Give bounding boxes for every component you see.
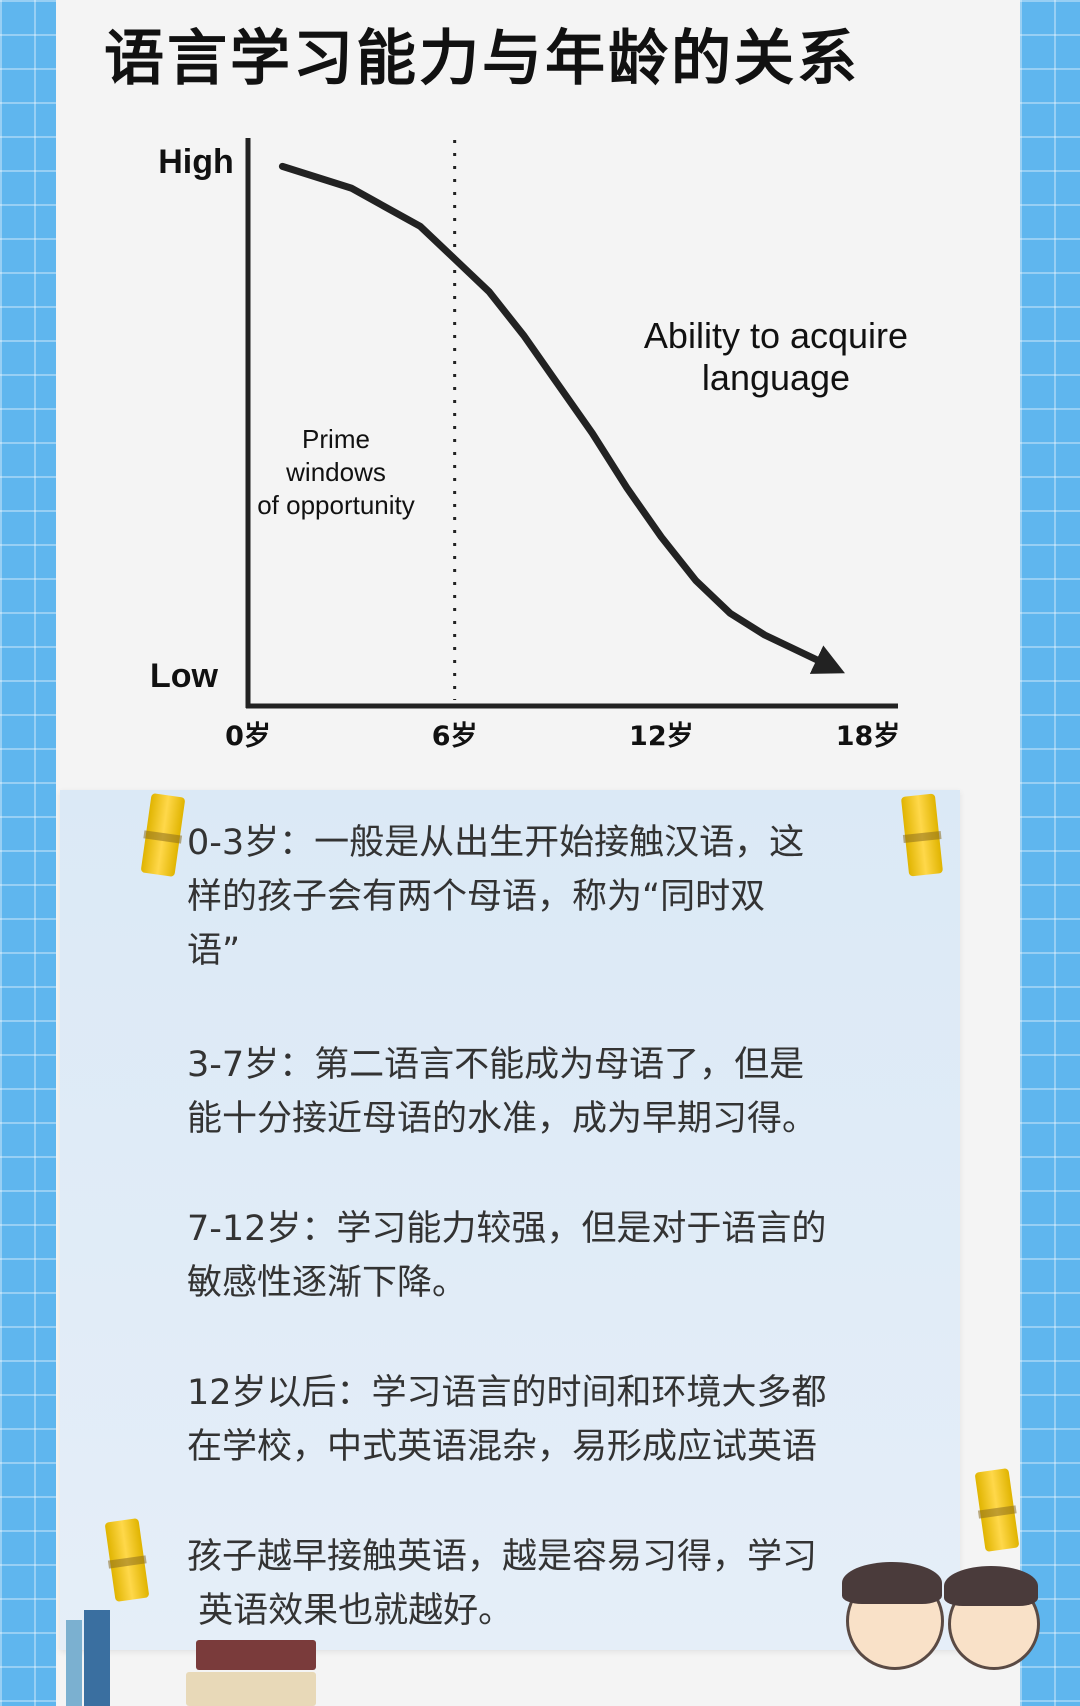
paragraph-line: 英语效果也就越好。 [187, 1591, 514, 1631]
paragraph-line: 语” [187, 931, 241, 971]
series-label: Ability to acquirelanguage [644, 315, 908, 398]
x-tick-label: 12岁 [629, 721, 694, 752]
y-tick-label-high: High [158, 143, 234, 181]
paragraph-line: 样的孩子会有两个母语，称为“同时双 [187, 877, 766, 917]
prime-window-annotation: Primewindowsof opportunity [257, 424, 415, 520]
books-illustration-4 [186, 1672, 316, 1706]
age-stage-paragraph: 12岁以后：学习语言的时间和环境大多都 在学校，中式英语混杂，易形成应试英语 [187, 1366, 927, 1474]
x-tick-label: 0岁 [225, 721, 271, 752]
kid-hair-right [944, 1566, 1038, 1606]
y-tick-label-low: Low [150, 657, 219, 695]
kid-hair-left [842, 1562, 942, 1604]
paragraph-line: 孩子越早接触英语，越是容易习得，学习 [187, 1537, 818, 1577]
paragraph-line: 能十分接近母语的水准，成为早期习得。 [187, 1099, 818, 1139]
paragraph-line: 12岁以后：学习语言的时间和环境大多都 [187, 1373, 827, 1413]
annotation-line: of opportunity [257, 490, 415, 520]
paragraph-line: 3-7岁：第二语言不能成为母语了，但是 [187, 1045, 805, 1085]
age-stage-paragraph: 孩子越早接触英语，越是容易习得，学习 英语效果也就越好。 [187, 1530, 927, 1638]
series-label-line: Ability to acquire [644, 315, 908, 356]
x-tick-labels: 0岁 6岁 12岁 18岁 [225, 721, 900, 752]
age-ability-chart: High Low 0岁 6岁 12岁 18岁 Primewindowsof oppor… [150, 138, 908, 752]
age-stage-paragraph: 7-12岁：学习能力较强，但是对于语言的 敏感性逐渐下降。 [187, 1202, 927, 1310]
books-illustration-3 [196, 1640, 316, 1670]
x-tick-label: 6岁 [432, 721, 478, 752]
ability-curve [278, 162, 845, 674]
paragraph-line: 7-12岁：学习能力较强，但是对于语言的 [187, 1209, 827, 1249]
books-illustration [66, 1620, 82, 1706]
annotation-line: Prime [302, 424, 370, 454]
age-stage-paragraph: 3-7岁：第二语言不能成为母语了，但是 能十分接近母语的水准，成为早期习得。 [187, 1038, 927, 1146]
annotation-line: windows [285, 457, 386, 487]
age-stage-paragraph: 0-3岁：一般是从出生开始接触汉语，这 样的孩子会有两个母语，称为“同时双 语” [187, 816, 927, 978]
x-tick-label: 18岁 [836, 721, 901, 752]
series-label-line: language [702, 357, 850, 398]
paragraph-line: 0-3岁：一般是从出生开始接触汉语，这 [187, 823, 805, 863]
paragraph-line: 敏感性逐渐下降。 [187, 1263, 468, 1303]
books-illustration-2 [84, 1610, 110, 1706]
paragraph-line: 在学校，中式英语混杂，易形成应试英语 [187, 1427, 818, 1467]
